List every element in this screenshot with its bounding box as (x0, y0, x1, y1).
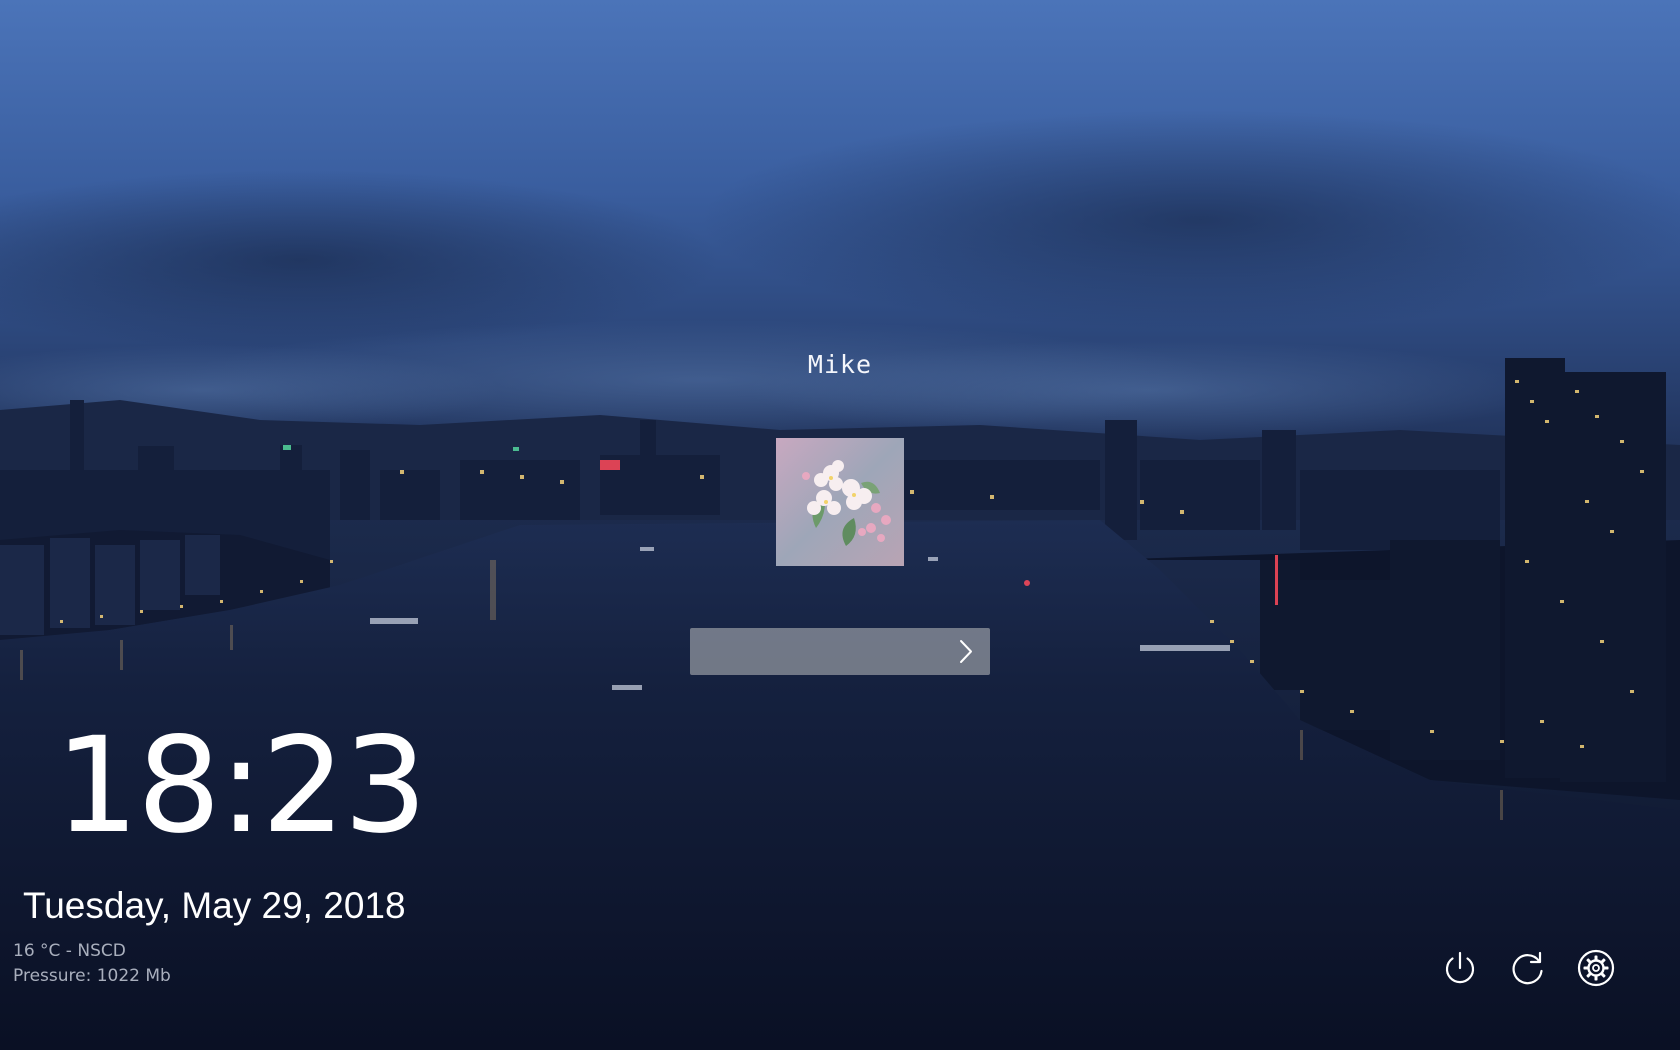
shutdown-button[interactable] (1438, 946, 1482, 990)
clock-date: Tuesday, May 29, 2018 (23, 885, 406, 926)
chevron-right-icon (960, 640, 972, 663)
reboot-button[interactable] (1506, 946, 1550, 990)
power-icon (1445, 951, 1475, 984)
gear-icon (1577, 949, 1615, 987)
refresh-icon (1512, 951, 1543, 985)
settings-button[interactable] (1574, 946, 1618, 990)
clock-time: 18:23 (55, 709, 427, 863)
weather-pressure: Pressure: 1022 Mb (13, 966, 171, 986)
avatar-flower-image (776, 438, 904, 566)
login-submit-button[interactable] (940, 628, 990, 675)
weather-info: 16 °C - NSCD Pressure: 1022 Mb (13, 939, 171, 989)
login-screen: Mike 18:23 Tuesday, May 29, 2018 16 °C -… (0, 0, 1680, 1050)
password-box (690, 628, 990, 675)
session-controls (1438, 946, 1618, 990)
username-label: Mike (807, 350, 873, 379)
user-avatar[interactable] (776, 438, 904, 566)
weather-temperature: 16 °C - NSCD (13, 941, 126, 961)
password-input[interactable] (690, 628, 940, 675)
